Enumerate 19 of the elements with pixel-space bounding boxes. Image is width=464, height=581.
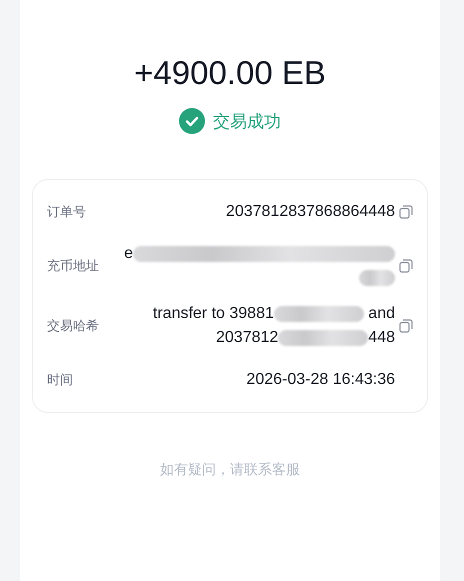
detail-value: 2037812837868864448 <box>226 203 395 221</box>
detail-value: 448 <box>368 329 395 347</box>
detail-value: 2037812 <box>216 329 278 347</box>
detail-value: e <box>124 245 133 263</box>
check-circle-icon <box>179 108 205 134</box>
help-text[interactable]: 如有疑问，请联系客服 <box>160 461 300 479</box>
status-label: 交易成功 <box>213 110 281 132</box>
copy-icon[interactable] <box>399 319 413 333</box>
copy-icon[interactable] <box>399 259 413 273</box>
redaction-blur <box>359 270 395 286</box>
detail-label: 订单号 <box>47 204 87 221</box>
detail-value: 2026-03-28 16:43:36 <box>246 371 395 389</box>
detail-label: 交易哈希 <box>47 318 100 335</box>
detail-value: and <box>367 305 395 323</box>
copy-icon[interactable] <box>399 205 413 219</box>
detail-value: transfer to 39881 <box>152 305 274 323</box>
amount: +4900.00 EB <box>134 53 326 93</box>
detail-label: 时间 <box>47 372 74 389</box>
detail-label: 充币地址 <box>47 258 100 275</box>
